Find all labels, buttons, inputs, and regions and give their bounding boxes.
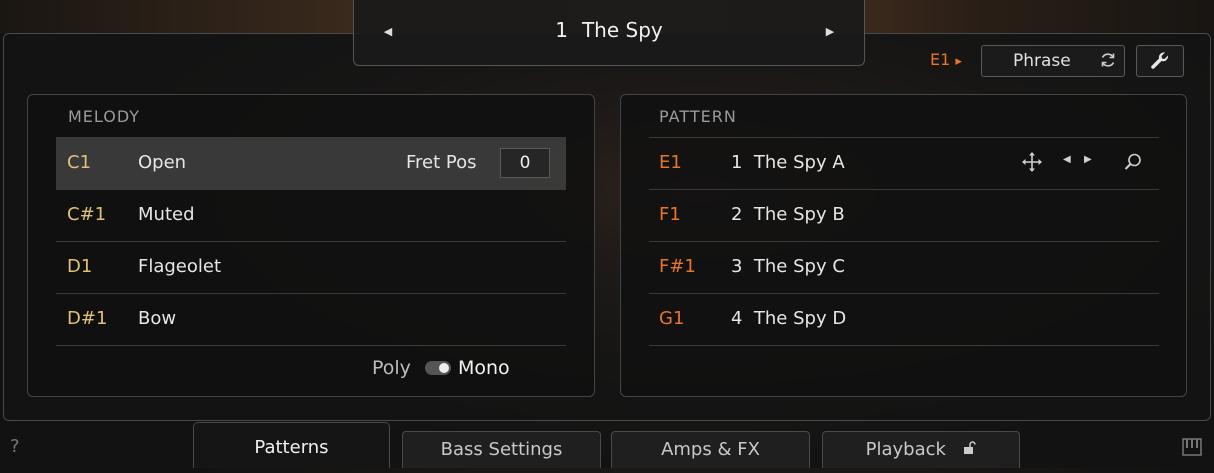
- note-label: C#1: [67, 204, 107, 225]
- articulation-label: Flageolet: [138, 256, 222, 277]
- tab-label: Patterns: [254, 437, 329, 458]
- note-label: D1: [67, 256, 93, 277]
- pattern-list: E1 1 The Spy A ◀ ▶ F1 2 The Spy B F#1 3 …: [649, 137, 1159, 346]
- pattern-name: 2 The Spy B: [731, 204, 845, 225]
- phrase-label: Phrase: [1013, 51, 1071, 71]
- piano-keys-icon[interactable]: [1182, 437, 1202, 461]
- phrase-button[interactable]: Phrase: [981, 45, 1125, 77]
- previous-icon[interactable]: ◀: [1063, 154, 1071, 165]
- melody-list: C1 Open Fret Pos 0 C#1 Muted D1 Flageole…: [56, 137, 566, 346]
- note-label: E1: [659, 152, 682, 173]
- play-indicator-icon: ▸: [955, 54, 962, 69]
- articulation-label: Muted: [138, 204, 195, 225]
- help-icon[interactable]: ?: [10, 436, 20, 457]
- tab-playback[interactable]: Playback: [822, 431, 1020, 468]
- melody-row-d-sharp-1[interactable]: D#1 Bow: [56, 293, 566, 346]
- settings-button[interactable]: [1136, 45, 1184, 77]
- tab-label: Bass Settings: [440, 439, 563, 460]
- pattern-row-g1[interactable]: G1 4 The Spy D: [649, 293, 1159, 346]
- pattern-row-tools: ◀ ▶: [1021, 152, 1151, 174]
- drag-move-icon[interactable]: [1021, 151, 1043, 177]
- melody-row-c1[interactable]: C1 Open Fret Pos 0: [56, 137, 566, 189]
- note-label: C1: [67, 152, 92, 173]
- preset-number: 1: [555, 18, 568, 42]
- fret-pos-label: Fret Pos: [406, 152, 477, 173]
- note-label: G1: [659, 308, 685, 329]
- search-icon[interactable]: [1123, 152, 1143, 176]
- previous-preset-icon[interactable]: ◀: [380, 24, 396, 40]
- note-label: F#1: [659, 256, 696, 277]
- melody-row-c-sharp-1[interactable]: C#1 Muted: [56, 189, 566, 241]
- poly-label: Poly: [372, 357, 411, 379]
- tab-patterns[interactable]: Patterns: [193, 422, 390, 468]
- tab-bass-settings[interactable]: Bass Settings: [402, 431, 601, 468]
- tab-label: Playback: [865, 439, 946, 460]
- pattern-title: PATTERN: [659, 107, 737, 126]
- articulation-label: Open: [138, 152, 187, 173]
- unlock-icon[interactable]: [958, 441, 977, 459]
- next-icon[interactable]: ▶: [1084, 154, 1092, 165]
- melody-panel: MELODY C1 Open Fret Pos 0 C#1 Muted D1 F…: [27, 94, 595, 397]
- pattern-panel: PATTERN E1 1 The Spy A ◀ ▶ F1 2 The Spy …: [620, 94, 1187, 397]
- preset-name[interactable]: 1 The Spy: [484, 18, 734, 42]
- tab-label: Amps & FX: [661, 439, 760, 460]
- tab-amps-fx[interactable]: Amps & FX: [611, 431, 810, 468]
- note-label: F1: [659, 204, 681, 225]
- toggle-knob: [439, 363, 449, 373]
- preset-selector: ◀ 1 The Spy ▶: [353, 0, 865, 66]
- preset-title: The Spy: [581, 18, 663, 42]
- pattern-name: 4 The Spy D: [731, 308, 847, 329]
- wrench-icon: [1151, 52, 1169, 69]
- current-key: E1: [930, 50, 951, 69]
- note-label: D#1: [67, 308, 108, 329]
- sync-icon: [1099, 51, 1117, 74]
- fret-pos-field[interactable]: 0: [500, 148, 550, 178]
- pattern-row-e1[interactable]: E1 1 The Spy A ◀ ▶: [649, 137, 1159, 189]
- articulation-label: Bow: [138, 308, 177, 329]
- next-preset-icon[interactable]: ▶: [822, 24, 838, 40]
- current-key-indicator: E1 ▸: [930, 50, 962, 69]
- melody-title: MELODY: [68, 107, 141, 126]
- melody-row-d1[interactable]: D1 Flageolet: [56, 241, 566, 293]
- mono-label: Mono: [458, 357, 510, 379]
- pattern-row-f1[interactable]: F1 2 The Spy B: [649, 189, 1159, 241]
- pattern-name: 1 The Spy A: [731, 152, 845, 173]
- pattern-name: 3 The Spy C: [731, 256, 845, 277]
- pattern-row-f-sharp-1[interactable]: F#1 3 The Spy C: [649, 241, 1159, 293]
- poly-mono-toggle[interactable]: [425, 361, 451, 375]
